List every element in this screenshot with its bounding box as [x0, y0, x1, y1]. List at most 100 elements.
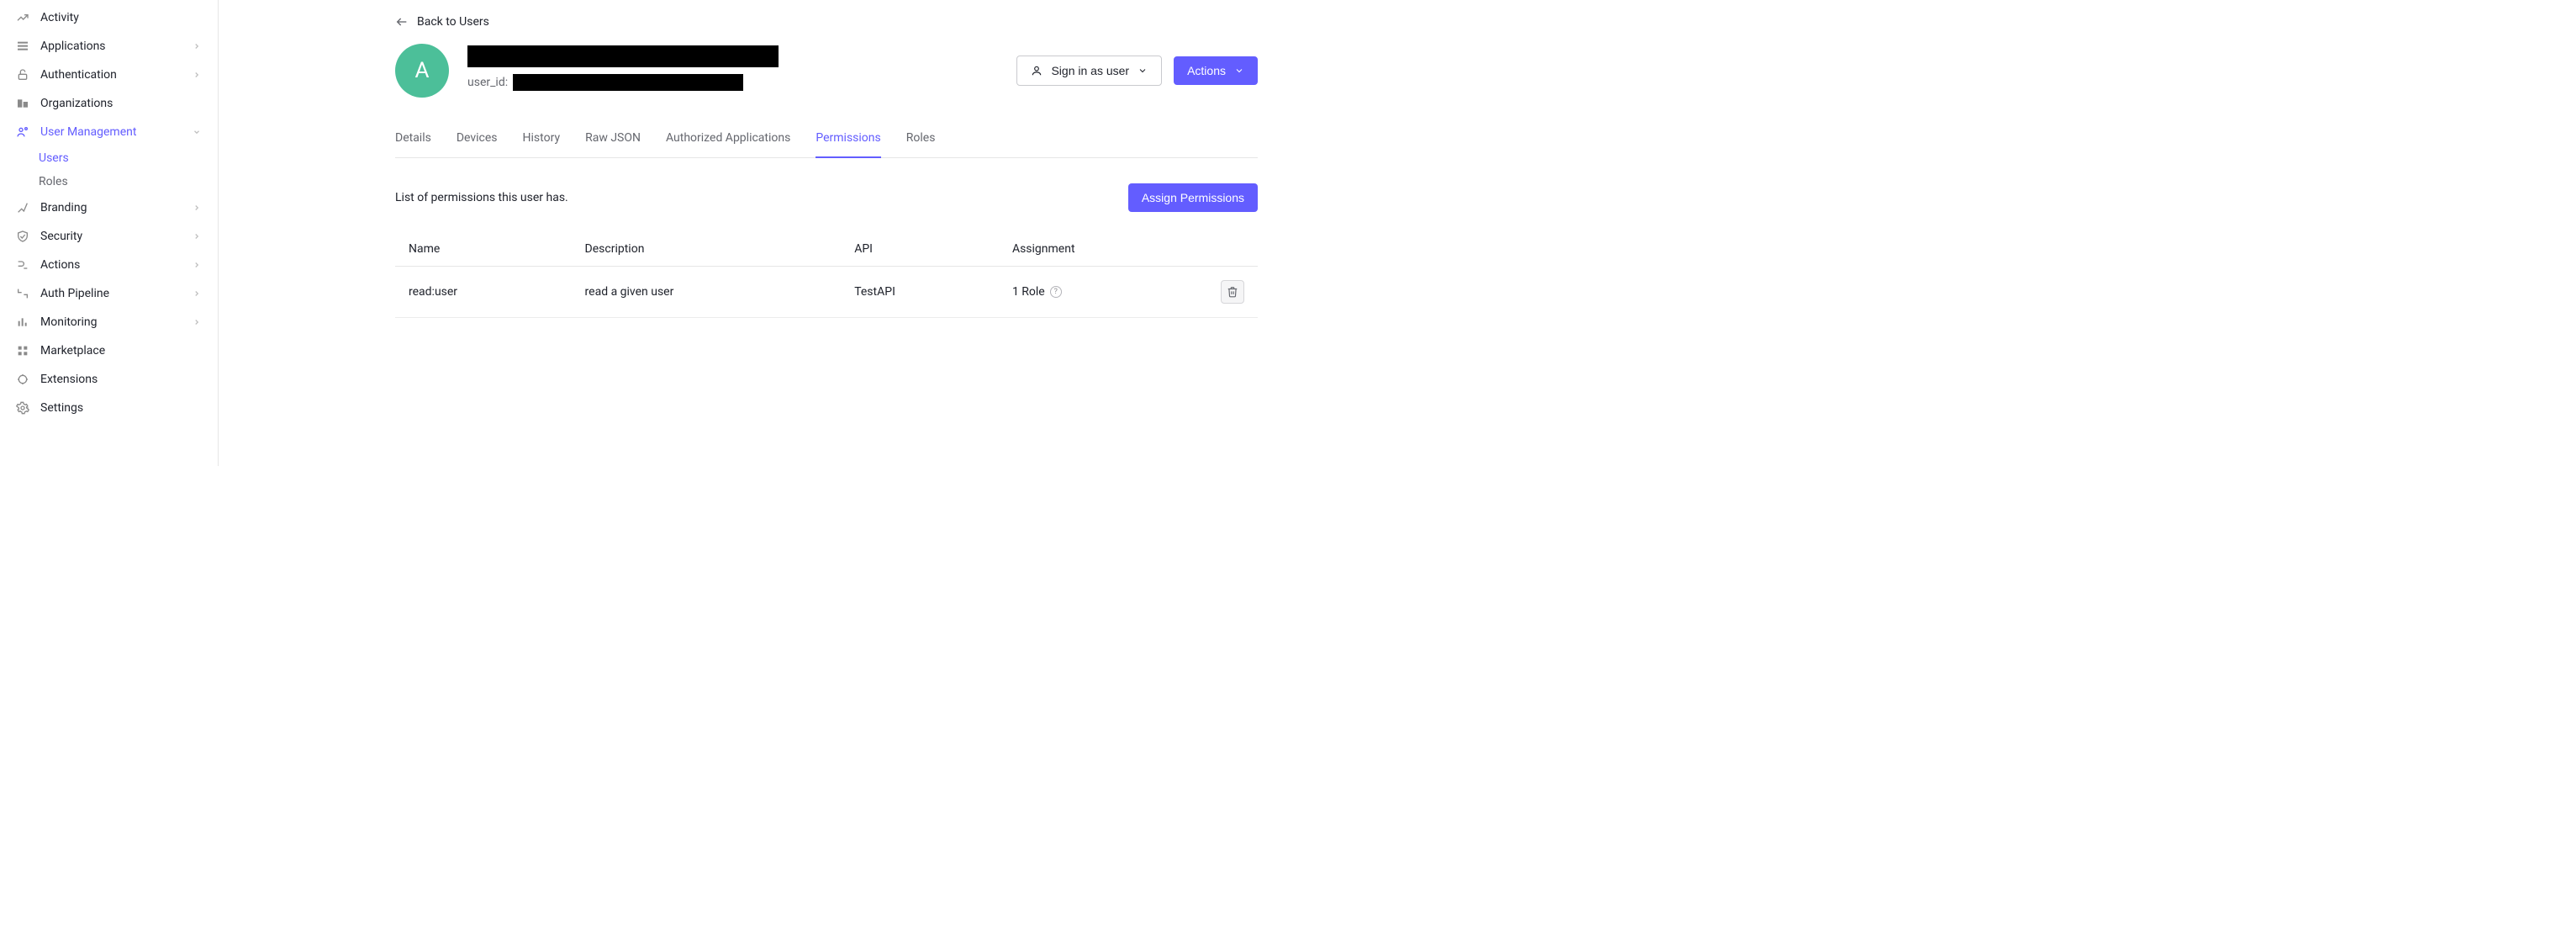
chevron-right-icon [191, 69, 203, 81]
avatar-letter: A [415, 58, 430, 83]
sidebar-item-applications[interactable]: Applications [0, 32, 218, 61]
chevron-down-icon [1138, 66, 1148, 76]
sidebar-item-label: Applications [40, 40, 181, 53]
bars-icon [15, 315, 30, 330]
user-id-row: user_id: [467, 74, 998, 91]
chevron-right-icon [191, 40, 203, 52]
sidebar-item-actions[interactable]: Actions [0, 251, 218, 279]
tab-permissions[interactable]: Permissions [816, 123, 880, 158]
chevron-down-icon [191, 126, 203, 138]
sidebar-item-marketplace[interactable]: Marketplace [0, 336, 218, 365]
tab-details[interactable]: Details [395, 123, 431, 158]
chevron-right-icon [191, 259, 203, 271]
delete-permission-button[interactable] [1221, 280, 1244, 304]
sign-in-label: Sign in as user [1051, 64, 1129, 77]
tab-raw-json[interactable]: Raw JSON [585, 123, 641, 158]
back-to-users-link[interactable]: Back to Users [395, 15, 489, 29]
col-actions [1207, 232, 1258, 267]
permissions-table: Name Description API Assignment read:use… [395, 232, 1258, 318]
gear-icon [15, 400, 30, 416]
actions-label: Actions [1187, 64, 1226, 77]
sidebar-item-settings[interactable]: Settings [0, 394, 218, 422]
back-label: Back to Users [417, 15, 489, 29]
user-management-icon [15, 124, 30, 140]
tab-label: Permissions [816, 131, 880, 145]
user-id-redacted [513, 74, 743, 91]
user-meta: user_id: [467, 44, 998, 91]
sidebar-item-authentication[interactable]: Authentication [0, 61, 218, 89]
tab-label: Raw JSON [585, 131, 641, 145]
sidebar-item-user-management[interactable]: User Management [0, 118, 218, 146]
sidebar-item-security[interactable]: Security [0, 222, 218, 251]
info-icon[interactable]: ? [1050, 286, 1062, 298]
shield-icon [15, 229, 30, 244]
sidebar-sub-label: Roles [39, 175, 68, 188]
pipeline-icon [15, 286, 30, 301]
sidebar-item-label: Authentication [40, 68, 181, 82]
trash-icon [1227, 286, 1238, 298]
col-assignment: Assignment [999, 232, 1207, 267]
sidebar-item-branding[interactable]: Branding [0, 193, 218, 222]
assignment-text: 1 Role [1012, 285, 1045, 299]
sidebar-item-label: User Management [40, 125, 181, 139]
cell-description: read a given user [572, 267, 842, 318]
sign-in-as-user-button[interactable]: Sign in as user [1016, 56, 1162, 86]
sidebar-item-label: Monitoring [40, 315, 181, 329]
tab-label: History [523, 131, 561, 145]
main-content: Back to Users A user_id: Sign in as user… [219, 0, 1288, 466]
cell-assignment: 1 Role ? [999, 267, 1207, 318]
applications-icon [15, 39, 30, 54]
chevron-right-icon [191, 316, 203, 328]
user-name-redacted [467, 45, 779, 67]
tab-label: Devices [457, 131, 498, 145]
sidebar-item-label: Activity [40, 11, 203, 24]
sidebar-item-label: Branding [40, 201, 181, 214]
tab-authorized-applications[interactable]: Authorized Applications [666, 123, 790, 158]
sidebar-item-monitoring[interactable]: Monitoring [0, 308, 218, 336]
activity-icon [15, 10, 30, 25]
sidebar-item-extensions[interactable]: Extensions [0, 365, 218, 394]
sidebar: Activity Applications Authentication Org… [0, 0, 219, 466]
cell-actions [1207, 267, 1258, 318]
tab-roles[interactable]: Roles [906, 123, 936, 158]
sidebar-sub-users[interactable]: Users [0, 146, 218, 170]
assign-permissions-label: Assign Permissions [1142, 191, 1244, 204]
col-name: Name [395, 232, 572, 267]
tab-label: Details [395, 131, 431, 145]
puzzle-icon [15, 372, 30, 387]
sidebar-item-organizations[interactable]: Organizations [0, 89, 218, 118]
table-row: read:user read a given user TestAPI 1 Ro… [395, 267, 1258, 318]
cell-name: read:user [395, 267, 572, 318]
sidebar-item-activity[interactable]: Activity [0, 3, 218, 32]
organizations-icon [15, 96, 30, 111]
tab-label: Authorized Applications [666, 131, 790, 145]
permissions-header: List of permissions this user has. Assig… [395, 183, 1258, 212]
sidebar-item-label: Marketplace [40, 344, 203, 357]
user-id-label: user_id: [467, 76, 508, 89]
chevron-right-icon [191, 230, 203, 242]
tab-history[interactable]: History [523, 123, 561, 158]
cell-api: TestAPI [841, 267, 999, 318]
branding-icon [15, 200, 30, 215]
user-header: A user_id: Sign in as user Actions [395, 44, 1258, 98]
avatar: A [395, 44, 449, 98]
actions-button[interactable]: Actions [1174, 56, 1258, 85]
assign-permissions-button[interactable]: Assign Permissions [1128, 183, 1258, 212]
chevron-right-icon [191, 288, 203, 299]
permissions-description: List of permissions this user has. [395, 191, 568, 204]
col-description: Description [572, 232, 842, 267]
header-actions: Sign in as user Actions [1016, 44, 1258, 86]
chevron-right-icon [191, 202, 203, 214]
user-icon [1031, 65, 1043, 77]
grid-icon [15, 343, 30, 358]
sidebar-item-label: Settings [40, 401, 203, 415]
arrow-left-icon [395, 15, 409, 29]
sidebar-item-auth-pipeline[interactable]: Auth Pipeline [0, 279, 218, 308]
sidebar-item-label: Actions [40, 258, 181, 272]
sidebar-sub-roles[interactable]: Roles [0, 170, 218, 193]
chevron-down-icon [1234, 66, 1244, 76]
tab-label: Roles [906, 131, 936, 145]
tab-devices[interactable]: Devices [457, 123, 498, 158]
sidebar-item-label: Extensions [40, 373, 203, 386]
sidebar-item-label: Organizations [40, 97, 203, 110]
